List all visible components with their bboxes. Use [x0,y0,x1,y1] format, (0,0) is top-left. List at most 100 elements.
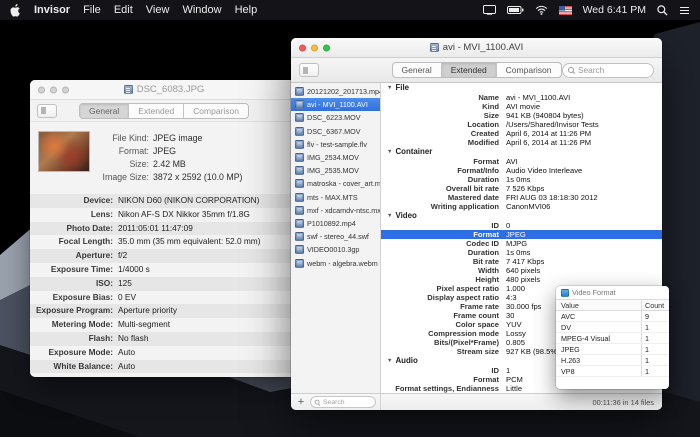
detail-key: ID [491,221,499,230]
media-window-titlebar[interactable]: avi - MVI_1100.AVI [291,38,662,58]
menu-item-view[interactable]: View [146,4,170,16]
battery-icon[interactable] [506,6,524,14]
sidebar-file-item[interactable]: matroska - cover_art.mkv [291,177,380,190]
photo-window-titlebar[interactable]: DSC_6083.JPG [30,80,298,100]
detail-row[interactable]: Format AVI [381,157,662,166]
exif-value: No flash [118,332,149,343]
column-header-value[interactable]: Value [556,300,642,310]
close-button[interactable] [38,86,45,93]
media-window-controls[interactable] [299,44,330,51]
detail-row[interactable]: Height 480 pixels [381,275,662,284]
detail-value: 7 526 Kbps [506,184,545,193]
column-header-count[interactable]: Count [642,300,669,310]
detail-row[interactable]: Bit rate 7 417 Kbps [381,257,662,266]
sidebar-file-item[interactable]: IMG_2535.MOV [291,164,380,177]
menu-clock[interactable]: Wed 6:41 PM [583,4,646,16]
app-menu-invisor[interactable]: Invisor [34,4,70,16]
add-file-button[interactable]: + [295,396,307,408]
detail-key: Color space [455,320,499,329]
wifi-icon[interactable] [535,5,548,15]
apple-menu-icon[interactable] [10,3,21,17]
exif-row: ISO: 125 [30,276,298,291]
minimize-button[interactable] [311,44,318,51]
file-name: swf - stereo_44.swf [307,232,369,242]
section-header-video[interactable]: ▼ Video [381,211,662,221]
zoom-button[interactable] [62,86,69,93]
thumbnail-toggle-icon[interactable] [37,103,57,118]
detail-row[interactable]: Codec ID MJPG [381,239,662,248]
menu-item-help[interactable]: Help [235,4,258,16]
zoom-button[interactable] [323,44,330,51]
sidebar-file-item[interactable]: IMG_2534.MOV [291,151,380,164]
detail-row[interactable]: Format JPEG [381,230,662,239]
exif-row: Exposure Mode: Auto [30,346,298,360]
media-tab-comparison[interactable]: Comparison [497,63,561,77]
exif-row: Device: NIKON D60 (NIKON CORPORATION) [30,194,298,208]
sidebar-file-item[interactable]: webm - algebra.webm [291,256,380,269]
detail-key: Display aspect ratio [427,293,499,302]
photo-tab-extended[interactable]: Extended [129,103,185,118]
menu-item-edit[interactable]: Edit [114,4,133,16]
exif-value: 35.0 mm (35 mm equivalent: 52.0 mm) [118,236,261,247]
sidebar-file-item[interactable]: swf - stereo_44.swf [291,230,380,243]
sidebar-file-item[interactable]: flv - test-sample.flv [291,138,380,151]
photo-tab-comparison[interactable]: Comparison [184,104,248,118]
detail-row[interactable]: Location/Users/Shared/Invisor Tests [381,120,662,129]
detail-key: Height [475,275,499,284]
detail-row[interactable]: Format/Info Audio Video Interleave [381,166,662,175]
section-title: Container [395,147,433,156]
detail-row[interactable]: Mastered date FRI AUG 03 18:18:30 2012 [381,193,662,202]
detail-row[interactable]: Name avi - MVI_1100.AVI [381,93,662,102]
detail-row[interactable]: Modified April 6, 2014 at 11:26 PM [381,138,662,147]
detail-row[interactable]: Overall bit rate 7 526 Kbps [381,184,662,193]
photo-window-controls[interactable] [38,86,69,93]
menu-item-file[interactable]: File [83,4,101,16]
popover-rows: AVC 9 DV 1 MPEG-4 Visual 1 JPEG 1 H.263 1 VP8 1 [556,311,669,377]
popover-value: AVC [556,311,642,321]
popover-row[interactable]: VP8 1 [556,366,669,377]
popover-row[interactable]: MPEG-4 Visual 1 [556,333,669,344]
detail-row[interactable]: Size 941 KB (940804 bytes) [381,111,662,120]
detail-row[interactable]: Kind AVI movie [381,102,662,111]
detail-row[interactable]: Duration 1s 0ms [381,175,662,184]
media-window-title: avi - MVI_1100.AVI [429,42,523,53]
sidebar-file-item[interactable]: DSC_6223.MOV [291,111,380,124]
sidebar-file-item[interactable]: mts - MAX.MTS [291,191,380,204]
sidebar-file-item[interactable]: DSC_6367.MOV [291,125,380,138]
photo-tab-general[interactable]: General [80,103,130,118]
popover-row[interactable]: DV 1 [556,322,669,333]
media-tab-extended[interactable]: Extended [441,63,497,77]
display-mirroring-icon[interactable] [482,5,496,15]
sidebar-file-item[interactable]: 20121202_201713.mp4 [291,85,380,98]
input-source-flag-icon[interactable] [558,5,572,15]
detail-row[interactable]: Created April 6, 2014 at 11:26 PM [381,129,662,138]
section-header-container[interactable]: ▼ Container [381,147,662,157]
sidebar-filter-input[interactable]: Search [310,396,376,408]
summary-value: 3872 x 2592 (10.0 MP) [153,172,243,182]
sidebar-file-item[interactable]: avi - MVI_1100.AVI [291,98,380,112]
sidebar-toggle-icon[interactable] [299,63,319,77]
detail-row[interactable]: ID 0 [381,221,662,230]
search-input[interactable]: Search [562,62,654,78]
media-tab-general[interactable]: General [393,63,442,77]
popover-row[interactable]: AVC 9 [556,311,669,322]
minimize-button[interactable] [50,86,57,93]
sidebar-file-item[interactable]: mxf - xdcamdv-ntsc.mxf [291,204,380,217]
sidebar-file-item[interactable]: P1010892.mp4 [291,217,380,230]
detail-row[interactable]: Writing application CanonMVI06 [381,202,662,211]
section-header-file[interactable]: ▼ File [381,83,662,93]
detail-key: Modified [467,138,499,147]
menu-item-window[interactable]: Window [182,4,221,16]
spotlight-icon[interactable] [657,4,668,16]
popover-row[interactable]: H.263 1 [556,355,669,366]
photo-summary: File Kind: JPEG image Format: JPEG Size: 2.42… [30,122,298,191]
detail-row[interactable]: Duration 1s 0ms [381,248,662,257]
notification-center-icon[interactable] [679,6,690,15]
detail-row[interactable]: Width 640 pixels [381,266,662,275]
file-name: IMG_2534.MOV [307,153,359,163]
detail-key: ID [491,366,499,375]
sidebar-file-item[interactable]: VIDEO0010.3gp [291,243,380,256]
popover-row[interactable]: JPEG 1 [556,344,669,355]
detail-value: 640 pixels [506,266,541,275]
close-button[interactable] [299,44,306,51]
